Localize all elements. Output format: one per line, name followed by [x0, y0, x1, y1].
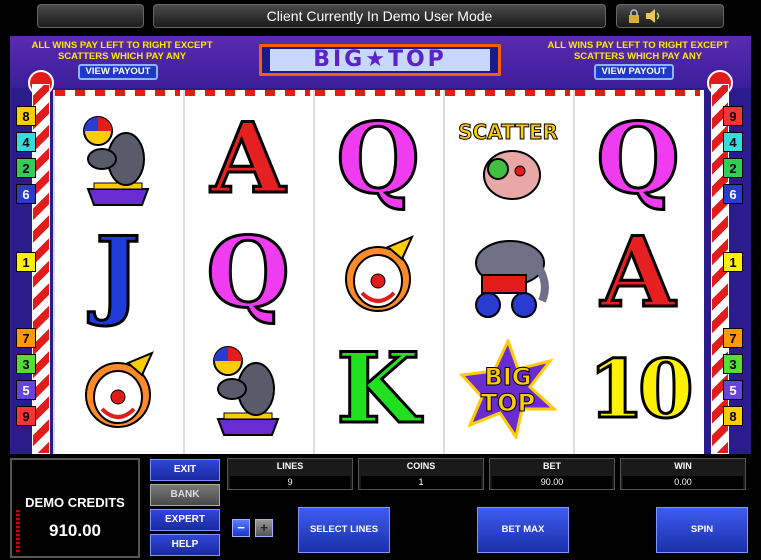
- bet-label: BET: [543, 461, 561, 471]
- top-bar: Client Currently In Demo User Mode: [0, 0, 761, 34]
- game-title: BIG★TOP: [270, 49, 490, 71]
- bigtop-text-1: BIG: [485, 363, 532, 391]
- payline-marker[interactable]: 3: [723, 354, 743, 374]
- reels: J A Q Q K SCATTER BIG TOP Q A 10: [53, 90, 704, 454]
- elephant-icon: [475, 240, 549, 318]
- credits-value: 910.00: [49, 521, 101, 540]
- win-display: WIN 0.00: [620, 458, 746, 490]
- expert-button[interactable]: EXPERT: [150, 509, 220, 531]
- payline-marker[interactable]: 1: [723, 252, 743, 272]
- a-symbol: A: [191, 102, 305, 216]
- reel-4: SCATTER BIG TOP: [443, 90, 570, 454]
- bigtop-symbol: BIG TOP: [451, 332, 565, 446]
- q-symbol: Q: [321, 102, 435, 216]
- reel-5: Q A 10: [573, 90, 700, 454]
- help-button[interactable]: HELP: [150, 534, 220, 556]
- reel-stripe: [185, 90, 310, 96]
- payline-marker[interactable]: 9: [723, 106, 743, 126]
- coins-display: COINS 1: [358, 458, 484, 490]
- clown-symbol: [61, 332, 175, 446]
- payline-marker[interactable]: 4: [16, 132, 36, 152]
- payline-marker[interactable]: 8: [723, 406, 743, 426]
- payline-marker[interactable]: 7: [723, 328, 743, 348]
- payline-marker[interactable]: 6: [723, 184, 743, 204]
- select-lines-button[interactable]: SELECT LINES: [298, 507, 390, 553]
- q-letter: Q: [205, 216, 292, 329]
- reel-2: A Q: [183, 90, 310, 454]
- payline-marker[interactable]: 8: [16, 106, 36, 126]
- a-letter: A: [209, 102, 287, 215]
- q-symbol: Q: [581, 102, 695, 216]
- scatter-symbol: SCATTER: [451, 102, 565, 216]
- lines-value: 9: [230, 476, 350, 489]
- lock-icon[interactable]: [628, 9, 640, 23]
- bank-button[interactable]: BANK: [150, 484, 220, 506]
- clown-icon: [85, 351, 154, 428]
- credits-panel: DEMO CREDITS 910.00: [10, 458, 140, 558]
- bet-max-button[interactable]: BET MAX: [477, 507, 569, 553]
- reel-stripe: [55, 90, 180, 96]
- elephant-symbol: [451, 216, 565, 330]
- scatter-icon: SCATTER: [458, 120, 558, 200]
- a-letter: A: [599, 216, 677, 329]
- clown-symbol: [321, 216, 435, 330]
- q-letter: Q: [335, 102, 422, 215]
- reel-stripe: [575, 90, 700, 96]
- paytable-note-left: ALL WINS PAY LEFT TO RIGHT EXCEPT SCATTE…: [31, 40, 213, 62]
- reel-stripe: [445, 90, 570, 96]
- seal-symbol: [61, 102, 175, 216]
- status-message: Client Currently In Demo User Mode: [153, 4, 606, 28]
- reel-stripe: [315, 90, 440, 96]
- bigtop-icon: BIG TOP: [458, 339, 558, 439]
- credits-label: DEMO CREDITS: [25, 495, 125, 510]
- top-left-panel: [37, 4, 144, 28]
- bet-value: 90.00: [492, 476, 612, 489]
- payline-marker[interactable]: 4: [723, 132, 743, 152]
- win-label: WIN: [674, 461, 692, 471]
- payline-marker[interactable]: 7: [16, 328, 36, 348]
- exit-button[interactable]: EXIT: [150, 459, 220, 481]
- coin-increase-button[interactable]: +: [255, 519, 273, 537]
- coins-value: 1: [361, 476, 481, 489]
- coin-decrease-button[interactable]: −: [232, 519, 250, 537]
- seal-icon: [213, 346, 280, 436]
- payline-marker[interactable]: 2: [723, 158, 743, 178]
- paytable-note-right: ALL WINS PAY LEFT TO RIGHT EXCEPT SCATTE…: [547, 40, 729, 62]
- view-payout-button-left[interactable]: VIEW PAYOUT: [78, 64, 158, 80]
- q-letter: Q: [595, 102, 682, 215]
- clown-icon: [345, 235, 414, 312]
- scatter-text: SCATTER: [458, 120, 558, 144]
- j-letter: J: [94, 216, 142, 329]
- bigtop-text-2: TOP: [481, 389, 535, 417]
- lines-label: LINES: [276, 461, 304, 471]
- seal-symbol: [191, 332, 305, 446]
- k-symbol: K: [321, 332, 435, 446]
- payline-marker[interactable]: 5: [723, 380, 743, 400]
- speaker-icon[interactable]: [645, 8, 663, 24]
- payline-marker[interactable]: 5: [16, 380, 36, 400]
- lines-display: LINES 9: [227, 458, 353, 490]
- payline-marker[interactable]: 2: [16, 158, 36, 178]
- payline-marker[interactable]: 1: [16, 252, 36, 272]
- q-symbol: Q: [191, 216, 305, 330]
- ten-symbol: 10: [581, 332, 695, 446]
- k-letter: K: [335, 332, 421, 445]
- seal-icon: [83, 116, 150, 206]
- reel-3: Q K: [313, 90, 440, 454]
- spin-button[interactable]: SPIN: [656, 507, 748, 553]
- payline-marker[interactable]: 9: [16, 406, 36, 426]
- coins-label: COINS: [406, 461, 436, 471]
- bet-display: BET 90.00: [489, 458, 615, 490]
- win-value: 0.00: [623, 476, 743, 489]
- payline-marker[interactable]: 6: [16, 184, 36, 204]
- game-logo: BIG★TOP: [259, 44, 501, 76]
- ten-letter: 10: [587, 342, 695, 436]
- j-symbol: J: [61, 216, 175, 330]
- payline-marker[interactable]: 3: [16, 354, 36, 374]
- view-payout-button-right[interactable]: VIEW PAYOUT: [594, 64, 674, 80]
- game-area: ALL WINS PAY LEFT TO RIGHT EXCEPT SCATTE…: [10, 36, 751, 454]
- a-symbol: A: [581, 216, 695, 330]
- reel-1: J: [53, 90, 180, 454]
